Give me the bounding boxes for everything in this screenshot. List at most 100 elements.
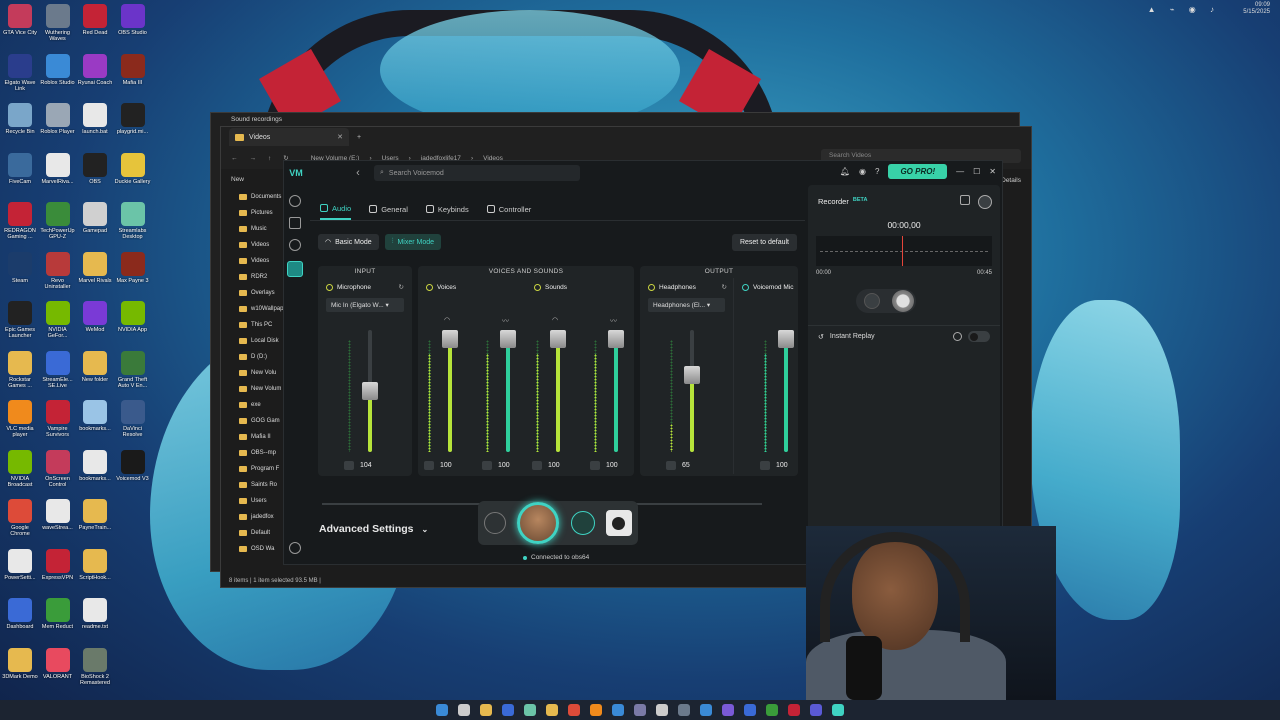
explorer-tab[interactable]: Videos ✕ xyxy=(229,128,349,146)
soundboard-bomb-button[interactable] xyxy=(606,510,633,536)
back-icon[interactable]: ‹ xyxy=(348,167,368,179)
voice-avatar[interactable] xyxy=(517,502,560,544)
desktop-icon[interactable]: Roblox Player xyxy=(40,103,76,135)
sidebar-item[interactable]: Documents xyxy=(221,189,285,205)
sidebar-item[interactable]: Saints Ro xyxy=(221,477,285,493)
sidebar-item[interactable]: OBS--mp xyxy=(221,445,285,461)
tab-controller[interactable]: Controller xyxy=(486,198,531,220)
sidebar-item[interactable]: Overlays xyxy=(221,285,285,301)
taskbar-app-icon[interactable] xyxy=(524,704,536,716)
mute-icon[interactable] xyxy=(760,461,770,470)
settings-sliders-icon[interactable] xyxy=(960,195,970,205)
voicemod-search-input[interactable]: ⌕ Search Voicemod xyxy=(374,165,580,181)
desktop-icon[interactable]: Steam xyxy=(2,251,38,284)
desktop-icon[interactable]: Mafia III xyxy=(115,53,151,86)
desktop-icon[interactable]: Mem Reduct xyxy=(40,598,76,630)
desktop-icon[interactable]: Roblox Studio xyxy=(40,53,76,86)
desktop-icon[interactable]: PayneTrain... xyxy=(77,499,113,531)
desktop-icon[interactable]: launch.bat xyxy=(77,103,113,135)
desktop-icon[interactable]: FiveCam xyxy=(2,152,38,185)
taskbar-app-icon[interactable] xyxy=(832,704,844,716)
mute-icon[interactable] xyxy=(590,461,600,470)
basic-mode-button[interactable]: ◠ Basic Mode xyxy=(318,234,379,250)
soundboard-icon[interactable] xyxy=(289,217,301,229)
sidebar-item[interactable]: Mafia II xyxy=(221,429,285,445)
taskbar-app-icon[interactable] xyxy=(722,704,734,716)
taskbar-app-icon[interactable] xyxy=(480,704,492,716)
desktop-icon[interactable]: Max Payne 3 xyxy=(115,251,151,284)
desktop-icon[interactable]: New folder xyxy=(77,350,113,383)
taskbar-app-icon[interactable] xyxy=(744,704,756,716)
sidebar-item[interactable]: Users xyxy=(221,493,285,509)
user-icon[interactable] xyxy=(289,542,301,554)
desktop-icon[interactable]: bookmarks... xyxy=(77,400,113,432)
desktop-icon[interactable]: NVIDIA GeFor... xyxy=(40,301,76,339)
sidebar-item[interactable]: This PC xyxy=(221,317,285,333)
hear-myself-button[interactable] xyxy=(570,511,595,535)
microphone-device-select[interactable]: Mic In (Elgato W... ▾ xyxy=(326,298,404,312)
taskbar-app-icon[interactable] xyxy=(546,704,558,716)
taskbar-app-icon[interactable] xyxy=(766,704,778,716)
sidebar-item[interactable]: Videos xyxy=(221,237,285,253)
system-clock[interactable]: 09:09 5/15/2025 xyxy=(1243,2,1270,16)
mute-icon[interactable] xyxy=(424,461,434,470)
desktop-icon[interactable]: VALORANT xyxy=(40,647,76,680)
mixer-mode-button[interactable]: ⫶ Mixer Mode xyxy=(384,234,442,250)
tab-keybinds[interactable]: Keybinds xyxy=(425,198,469,220)
sidebar-item[interactable]: Local Disk xyxy=(221,333,285,349)
sidebar-item[interactable]: w10Wallpap xyxy=(221,301,285,317)
desktop-icon[interactable]: Dashboard xyxy=(2,598,38,630)
slider-handle[interactable] xyxy=(608,330,624,348)
power-button[interactable] xyxy=(483,512,506,534)
desktop-icon[interactable]: readme.txt xyxy=(77,598,113,630)
desktop-icon[interactable]: ExpressVPN xyxy=(40,548,76,581)
voicemod-window[interactable]: VM ‹ ⌕ Search Voicemod 🔔︎ ◉ ? GO PRO! — … xyxy=(283,160,1003,565)
explore-icon[interactable] xyxy=(289,195,301,207)
mute-icon[interactable] xyxy=(344,461,354,470)
desktop-icon[interactable]: TechPowerUp GPU-Z xyxy=(40,202,76,240)
desktop-icon[interactable]: Rockstar Games ... xyxy=(2,350,38,389)
reset-to-default-button[interactable]: Reset to default xyxy=(731,234,797,251)
up-icon[interactable]: ↑ xyxy=(268,155,271,162)
desktop-icon[interactable]: StreamEle... SE.Live xyxy=(40,350,76,389)
info-icon[interactable] xyxy=(953,332,962,341)
desktop-icon[interactable]: Vampire Survivors xyxy=(40,400,76,438)
headphones-volume-slider[interactable] xyxy=(684,330,700,452)
desktop-icon[interactable]: OnScreen Control xyxy=(40,449,76,488)
sounds-mic-slider[interactable] xyxy=(608,330,624,452)
sidebar-item[interactable]: exe xyxy=(221,397,285,413)
sidebar-item[interactable]: Music xyxy=(221,221,285,237)
desktop-icon[interactable]: BioShock 2 Remastered xyxy=(77,647,113,686)
taskbar-app-icon[interactable] xyxy=(458,704,470,716)
desktop-icon[interactable]: 3DMark Demo xyxy=(2,647,38,680)
desktop-icon[interactable]: bookmarks... xyxy=(77,449,113,482)
sidebar-item[interactable]: Program F xyxy=(221,461,285,477)
advanced-settings-toggle[interactable]: Advanced Settings ⌄ xyxy=(319,523,428,535)
close-icon[interactable]: ✕ xyxy=(989,167,996,176)
voices-icon[interactable] xyxy=(289,239,301,251)
desktop-icon[interactable]: Marvel Rivals xyxy=(77,251,113,284)
record-button[interactable] xyxy=(892,290,914,312)
tab-general[interactable]: General xyxy=(369,198,408,220)
voices-mic-slider[interactable] xyxy=(500,330,516,452)
taskbar-app-icon[interactable] xyxy=(810,704,822,716)
sidebar-item[interactable]: Pictures xyxy=(221,205,285,221)
sounds-headphones-slider[interactable] xyxy=(550,330,566,452)
system-tray-icons[interactable]: ▲ ⌁ ◉ ♪ xyxy=(1148,5,1220,14)
discord-icon[interactable]: ◉ xyxy=(859,167,866,176)
sidebar-item[interactable]: Default xyxy=(221,525,285,541)
desktop-icon[interactable]: playgrid.mi... xyxy=(115,103,151,135)
taskbar-app-icon[interactable] xyxy=(700,704,712,716)
settings-icon[interactable] xyxy=(287,261,303,277)
sidebar-item[interactable]: RDR2 xyxy=(221,269,285,285)
play-button[interactable] xyxy=(864,293,880,309)
desktop-icon[interactable]: Duckie Gallery xyxy=(115,152,151,185)
sidebar-item[interactable]: GOG Gam xyxy=(221,413,285,429)
slider-handle[interactable] xyxy=(684,366,700,384)
desktop-icon[interactable]: VLC media player xyxy=(2,400,38,438)
slider-handle[interactable] xyxy=(550,330,566,348)
sidebar-item[interactable]: Videos xyxy=(221,253,285,269)
desktop-icon[interactable]: REDRAGON Gaming ... xyxy=(2,202,38,240)
desktop-icon[interactable]: Red Dead xyxy=(77,4,113,36)
desktop-icon[interactable]: Voicemod V3 xyxy=(115,449,151,482)
